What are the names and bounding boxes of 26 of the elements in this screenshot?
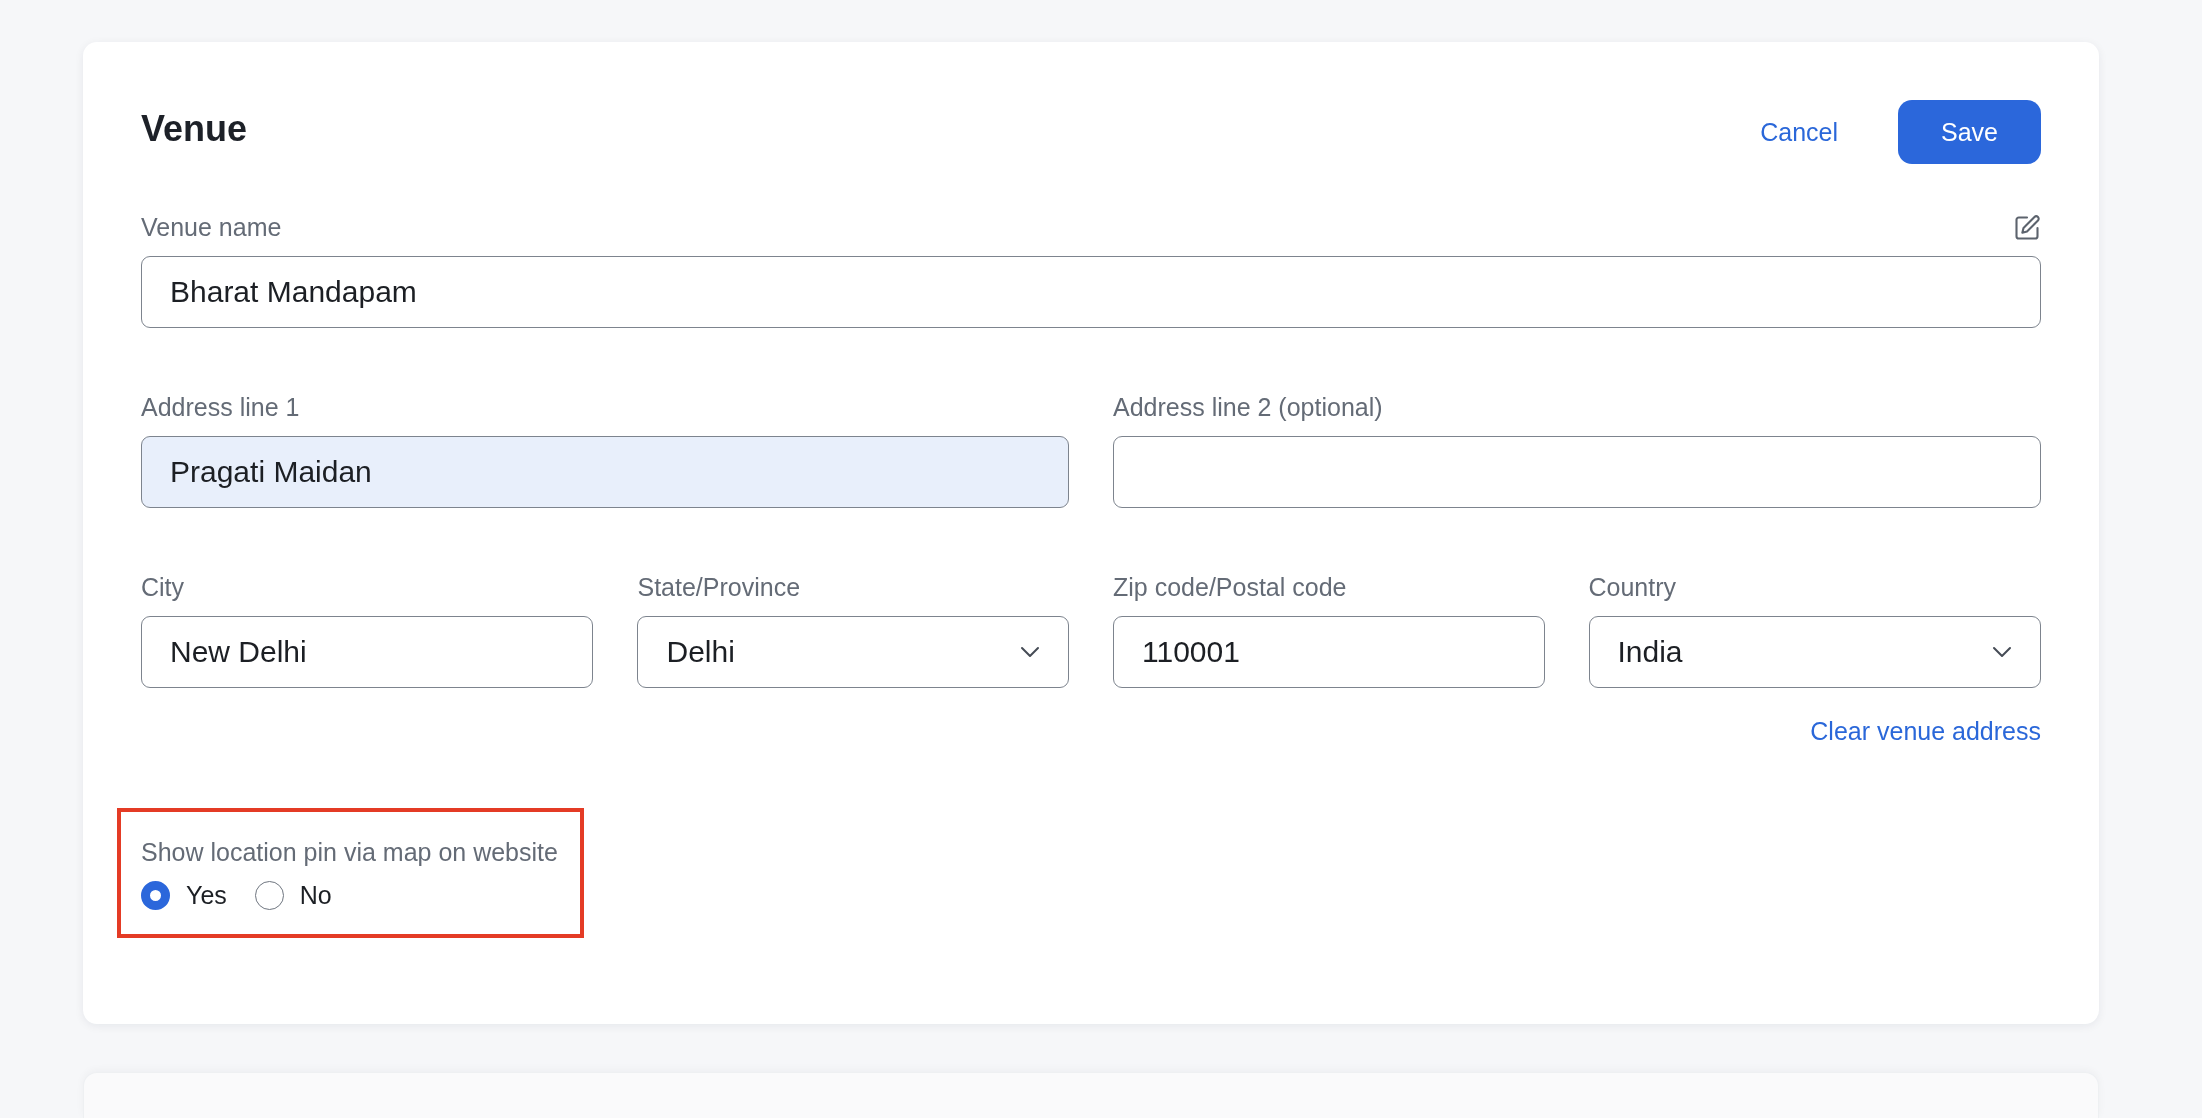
select-field[interactable]: Delhi <box>637 616 1069 688</box>
card-title: Venue <box>141 108 248 150</box>
input-field[interactable]: Bharat Mandapam <box>141 256 2041 328</box>
input-field[interactable]: New Delhi <box>141 616 594 688</box>
field-label: Venue name <box>141 213 282 242</box>
select-field[interactable]: India <box>1588 616 2041 688</box>
question-label: Show location pin via map on website <box>141 838 558 867</box>
field-label: Address line 1 <box>141 393 300 422</box>
field-label: Country <box>1588 573 1677 602</box>
radio-option[interactable]: Yes <box>141 881 227 910</box>
cancel-button[interactable]: Cancel <box>1740 109 1858 155</box>
field-label: Address line 2 (optional) <box>1113 393 1383 422</box>
input-field[interactable]: 110001 <box>1113 616 1545 688</box>
clear-address-link[interactable]: Clear venue address <box>1810 717 2041 746</box>
radio-icon[interactable] <box>141 881 170 910</box>
chevron-down-icon <box>1020 646 1040 658</box>
edit-icon[interactable] <box>2013 214 2041 242</box>
save-button[interactable]: Save <box>1898 100 2041 164</box>
field-label: State/Province <box>637 573 801 602</box>
field-label: Zip code/Postal code <box>1113 573 1347 602</box>
radio-option[interactable]: No <box>254 881 332 910</box>
chevron-down-icon <box>1992 646 2012 658</box>
input-field[interactable]: Pragati Maidan <box>141 436 1069 508</box>
input-field[interactable] <box>1113 436 2041 508</box>
radio-icon[interactable] <box>254 881 284 910</box>
field-label: City <box>141 573 185 602</box>
